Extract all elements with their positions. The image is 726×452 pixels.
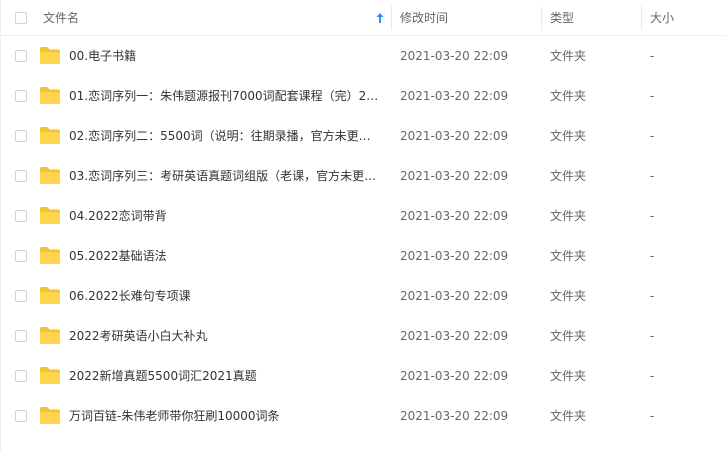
file-name[interactable]: 2022考研英语小白大补丸: [69, 316, 381, 356]
list-header: 文件名 修改时间 类型 大小: [1, 0, 726, 36]
arrow-up-icon[interactable]: [375, 12, 385, 24]
file-name[interactable]: 02.恋词序列二：5500词（说明：往期录播，官方未更新）: [69, 116, 381, 156]
file-type: 文件夹: [550, 49, 587, 63]
file-row[interactable]: 04.2022恋词带背 2021-03-20 22:09 文件夹 -: [1, 196, 726, 236]
folder-icon: [40, 87, 60, 104]
row-checkbox[interactable]: [15, 370, 27, 382]
file-type: 文件夹: [550, 129, 587, 143]
file-size: -: [650, 369, 655, 383]
row-checkbox[interactable]: [15, 330, 27, 342]
file-modified-time: 2021-03-20 22:09: [400, 89, 509, 103]
size-column-header[interactable]: 大小: [650, 0, 674, 36]
file-type: 文件夹: [550, 249, 587, 263]
folder-icon: [40, 367, 60, 384]
select-all-checkbox[interactable]: [15, 12, 27, 24]
file-row[interactable]: 01.恋词序列一：朱伟题源报刊7000词配套课程（完）2022 2021-03-2…: [1, 76, 726, 116]
file-row[interactable]: 06.2022长难句专项课 2021-03-20 22:09 文件夹 -: [1, 276, 726, 316]
file-row[interactable]: 00.电子书籍 2021-03-20 22:09 文件夹 -: [1, 36, 726, 76]
file-size: -: [650, 129, 655, 143]
file-type: 文件夹: [550, 329, 587, 343]
folder-icon: [40, 327, 60, 344]
row-checkbox[interactable]: [15, 170, 27, 182]
folder-icon: [40, 247, 60, 264]
row-checkbox[interactable]: [15, 290, 27, 302]
file-modified-time: 2021-03-20 22:09: [400, 49, 509, 63]
file-type: 文件夹: [550, 169, 587, 183]
file-modified-time: 2021-03-20 22:09: [400, 249, 509, 263]
file-name[interactable]: 05.2022基础语法: [69, 236, 381, 276]
file-size: -: [650, 289, 655, 303]
file-size: -: [650, 249, 655, 263]
file-modified-time: 2021-03-20 22:09: [400, 209, 509, 223]
folder-icon: [40, 127, 60, 144]
row-checkbox[interactable]: [15, 210, 27, 222]
name-column-header[interactable]: 文件名: [43, 0, 79, 36]
file-name[interactable]: 01.恋词序列一：朱伟题源报刊7000词配套课程（完）2022: [69, 76, 381, 116]
file-modified-time: 2021-03-20 22:09: [400, 409, 509, 423]
file-row[interactable]: 05.2022基础语法 2021-03-20 22:09 文件夹 -: [1, 236, 726, 276]
file-name[interactable]: 万词百链-朱伟老师带你狂刷10000词条: [69, 396, 381, 436]
folder-icon: [40, 167, 60, 184]
column-divider[interactable]: [541, 6, 542, 30]
file-type: 文件夹: [550, 369, 587, 383]
file-size: -: [650, 409, 655, 423]
file-name[interactable]: 03.恋词序列三：考研英语真题词组版（老课，官方未更新）: [69, 156, 381, 196]
column-divider[interactable]: [391, 6, 392, 30]
file-size: -: [650, 209, 655, 223]
file-name[interactable]: 00.电子书籍: [69, 36, 381, 76]
file-type: 文件夹: [550, 89, 587, 103]
file-modified-time: 2021-03-20 22:09: [400, 289, 509, 303]
file-modified-time: 2021-03-20 22:09: [400, 369, 509, 383]
folder-icon: [40, 287, 60, 304]
file-type: 文件夹: [550, 409, 587, 423]
file-name[interactable]: 06.2022长难句专项课: [69, 276, 381, 316]
row-checkbox[interactable]: [15, 50, 27, 62]
file-size: -: [650, 329, 655, 343]
mtime-column-header[interactable]: 修改时间: [400, 0, 448, 36]
file-modified-time: 2021-03-20 22:09: [400, 329, 509, 343]
column-divider[interactable]: [641, 6, 642, 30]
file-list: 文件名 修改时间 类型 大小 00.电子书籍 2021-03-20 22:09 文件…: [0, 0, 726, 452]
file-type: 文件夹: [550, 209, 587, 223]
file-row[interactable]: 万词百链-朱伟老师带你狂刷10000词条 2021-03-20 22:09 文件夹 -: [1, 396, 726, 436]
file-type: 文件夹: [550, 289, 587, 303]
row-checkbox[interactable]: [15, 130, 27, 142]
file-row[interactable]: 03.恋词序列三：考研英语真题词组版（老课，官方未更新） 2021-03-20 2…: [1, 156, 726, 196]
file-row[interactable]: 2022新增真题5500词汇2021真题 2021-03-20 22:09 文件夹 -: [1, 356, 726, 396]
folder-icon: [40, 207, 60, 224]
file-size: -: [650, 89, 655, 103]
folder-icon: [40, 407, 60, 424]
row-checkbox[interactable]: [15, 410, 27, 422]
folder-icon: [40, 47, 60, 64]
file-size: -: [650, 169, 655, 183]
row-checkbox[interactable]: [15, 90, 27, 102]
file-row[interactable]: 2022考研英语小白大补丸 2021-03-20 22:09 文件夹 -: [1, 316, 726, 356]
file-modified-time: 2021-03-20 22:09: [400, 129, 509, 143]
file-name[interactable]: 2022新增真题5500词汇2021真题: [69, 356, 381, 396]
file-row[interactable]: 02.恋词序列二：5500词（说明：往期录播，官方未更新） 2021-03-20 …: [1, 116, 726, 156]
row-checkbox[interactable]: [15, 250, 27, 262]
type-column-header[interactable]: 类型: [550, 0, 574, 36]
file-name[interactable]: 04.2022恋词带背: [69, 196, 381, 236]
file-size: -: [650, 49, 655, 63]
file-modified-time: 2021-03-20 22:09: [400, 169, 509, 183]
